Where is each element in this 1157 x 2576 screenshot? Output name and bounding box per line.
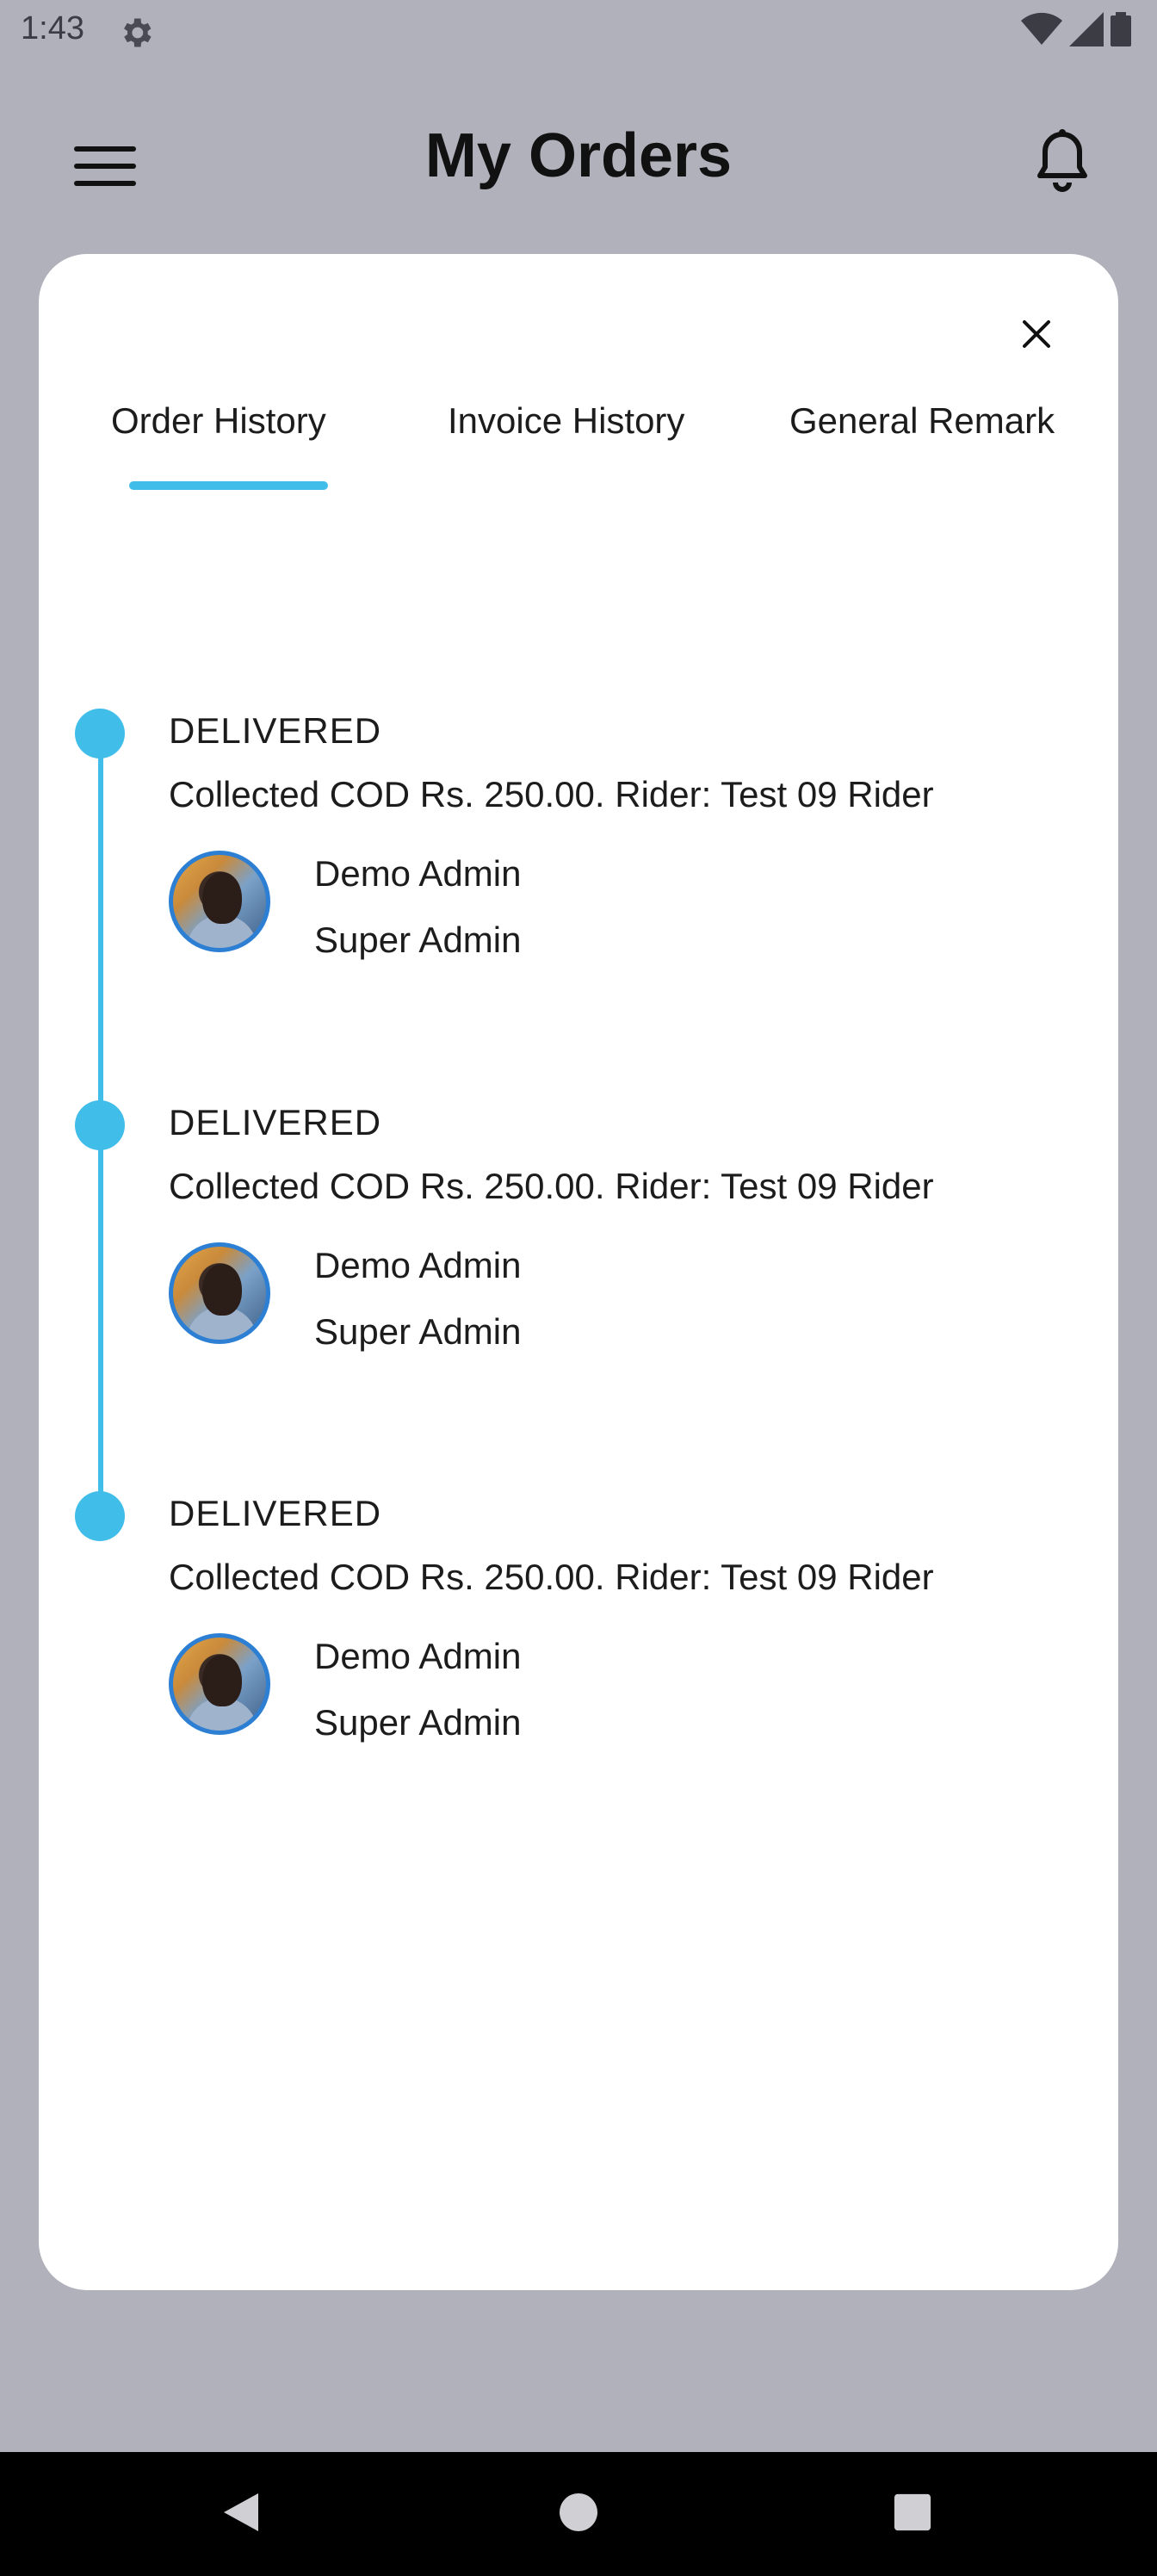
entry-detail: Collected COD Rs. 250.00. Rider: Test 09… xyxy=(169,1166,934,1206)
status-time: 1:43 xyxy=(21,10,84,46)
avatar xyxy=(169,851,270,952)
close-icon xyxy=(1022,319,1051,353)
system-nav-bar xyxy=(0,2452,1157,2576)
tab-order-history[interactable]: Order History xyxy=(111,400,326,442)
wifi-icon xyxy=(1021,12,1062,51)
status-bar: 1:43 xyxy=(0,0,1157,62)
entry-status: DELIVERED xyxy=(169,710,382,751)
tab-invoice-history[interactable]: Invoice History xyxy=(448,400,684,442)
recents-icon xyxy=(893,2492,932,2536)
entry-status: DELIVERED xyxy=(169,1493,382,1533)
user-name: Demo Admin xyxy=(314,1245,522,1285)
battery-icon xyxy=(1111,12,1131,51)
timeline-entry: DELIVERED Collected COD Rs. 250.00. Ride… xyxy=(39,709,1118,1053)
user-role: Super Admin xyxy=(314,1311,522,1352)
bell-icon xyxy=(1035,128,1090,199)
back-icon xyxy=(220,2490,262,2539)
settings-icon xyxy=(117,14,155,52)
page-title: My Orders xyxy=(424,121,733,190)
active-tab-indicator xyxy=(129,481,328,490)
user-name: Demo Admin xyxy=(314,1636,522,1676)
order-history-sheet: Order History Invoice History General Re… xyxy=(39,254,1118,2290)
home-icon xyxy=(558,2492,599,2537)
timeline-entry: DELIVERED Collected COD Rs. 250.00. Ride… xyxy=(39,1491,1118,1836)
signal-icon xyxy=(1069,12,1104,51)
close-button[interactable] xyxy=(1006,306,1067,366)
recents-button[interactable] xyxy=(885,2486,940,2542)
avatar xyxy=(169,1242,270,1344)
avatar xyxy=(169,1633,270,1735)
timeline-entry: DELIVERED Collected COD Rs. 250.00. Ride… xyxy=(39,1100,1118,1445)
timeline-dot xyxy=(75,1100,125,1150)
user-role: Super Admin xyxy=(314,1702,522,1743)
app-bar: My Orders xyxy=(0,95,1157,224)
timeline-dot xyxy=(75,1491,125,1541)
back-button[interactable] xyxy=(213,2486,269,2542)
entry-detail: Collected COD Rs. 250.00. Rider: Test 09… xyxy=(169,774,934,814)
user-role: Super Admin xyxy=(314,920,522,960)
tab-general-remark[interactable]: General Remark xyxy=(789,400,1055,442)
entry-status: DELIVERED xyxy=(169,1102,382,1142)
status-indicators xyxy=(1021,12,1131,51)
home-button[interactable] xyxy=(551,2486,606,2542)
timeline-dot xyxy=(75,709,125,759)
notifications-button[interactable] xyxy=(1019,121,1105,207)
user-name: Demo Admin xyxy=(314,853,522,894)
entry-detail: Collected COD Rs. 250.00. Rider: Test 09… xyxy=(169,1557,934,1597)
